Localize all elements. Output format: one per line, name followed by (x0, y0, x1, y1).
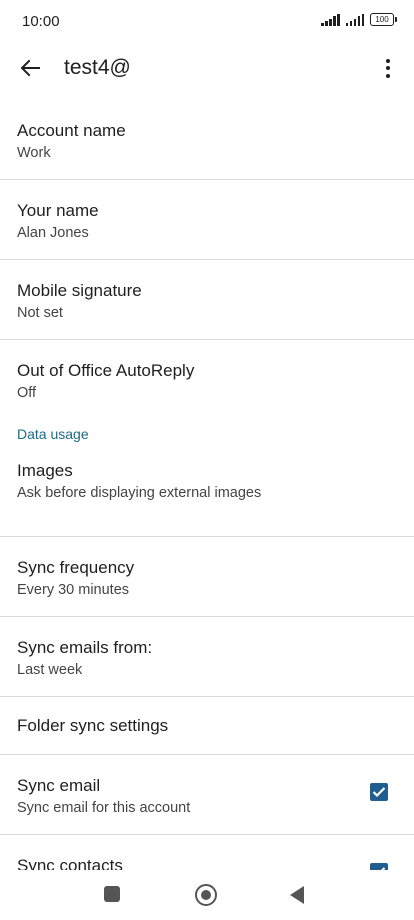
account-name-value: Work (17, 145, 51, 161)
sync-frequency-item[interactable]: Sync frequency Every 30 minutes (0, 537, 414, 617)
signal-icon-2 (345, 13, 364, 26)
status-icons: 100 (321, 13, 397, 26)
out-of-office-value: Off (17, 385, 37, 401)
recent-apps-icon[interactable] (104, 886, 120, 902)
sync-frequency-title: Sync frequency (17, 558, 135, 577)
app-bar: test4@ (0, 44, 414, 92)
out-of-office-item[interactable]: Out of Office AutoReply Off (0, 340, 414, 420)
account-name-title: Account name (17, 121, 126, 140)
sync-emails-from-title: Sync emails from: (17, 638, 153, 657)
settings-list: Account name Work Your name Alan Jones M… (0, 100, 414, 915)
mobile-signature-item[interactable]: Mobile signature Not set (0, 260, 414, 340)
out-of-office-title: Out of Office AutoReply (17, 361, 195, 380)
status-time: 10:00 (22, 13, 60, 30)
your-name-title: Your name (17, 201, 99, 220)
folder-sync-title: Folder sync settings (17, 716, 169, 735)
sync-email-title: Sync email (17, 776, 101, 795)
images-value: Ask before displaying external images (17, 485, 262, 501)
signal-icon (321, 13, 340, 26)
sync-email-item[interactable]: Sync email Sync email for this account (0, 755, 414, 835)
navigation-bar (0, 870, 414, 920)
folder-sync-item[interactable]: Folder sync settings (0, 697, 414, 755)
status-bar: 10:00 100 (0, 0, 414, 44)
sync-email-value: Sync email for this account (17, 800, 191, 816)
back-arrow-icon[interactable] (16, 54, 44, 82)
sync-email-checkbox[interactable] (370, 783, 388, 801)
your-name-item[interactable]: Your name Alan Jones (0, 180, 414, 260)
more-options-icon[interactable] (376, 54, 400, 82)
account-name-item[interactable]: Account name Work (0, 100, 414, 180)
page-title: test4@ (64, 56, 131, 79)
sync-emails-from-value: Last week (17, 662, 83, 678)
section-header-data-usage: Data usage (17, 426, 89, 442)
battery-level: 100 (375, 15, 389, 24)
images-title: Images (17, 461, 73, 480)
mobile-signature-value: Not set (17, 305, 63, 321)
back-triangle-icon[interactable] (290, 886, 304, 904)
mobile-signature-title: Mobile signature (17, 281, 142, 300)
battery-icon: 100 (370, 13, 397, 26)
home-icon[interactable] (195, 884, 217, 906)
sync-emails-from-item[interactable]: Sync emails from: Last week (0, 617, 414, 697)
images-item[interactable]: Images Ask before displaying external im… (0, 456, 414, 537)
your-name-value: Alan Jones (17, 225, 89, 241)
sync-frequency-value: Every 30 minutes (17, 582, 130, 598)
